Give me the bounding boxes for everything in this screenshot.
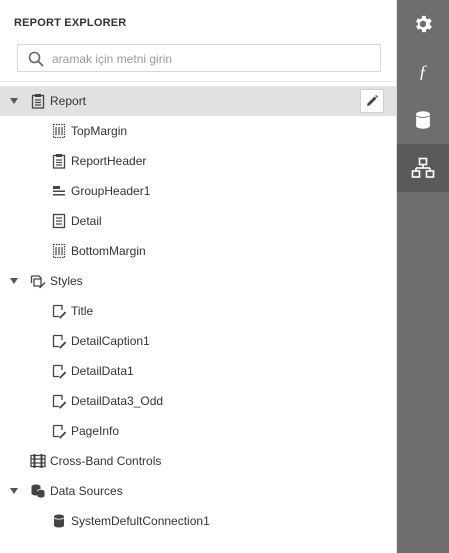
tree-label: Cross-Band Controls xyxy=(50,454,162,468)
edit-button[interactable] xyxy=(360,89,384,113)
tree-label: DetailData1 xyxy=(71,364,134,378)
report-explorer-panel: REPORT EXPLORER Report xyxy=(0,0,397,553)
tree-label: TopMargin xyxy=(71,124,128,138)
tree-label: Report xyxy=(50,94,87,108)
tree-node-style-page-info[interactable]: PageInfo xyxy=(0,416,396,446)
group-header-icon xyxy=(53,186,65,196)
tree-node-style-title[interactable]: Title xyxy=(0,296,396,326)
panel-title: REPORT EXPLORER xyxy=(14,17,127,29)
properties-button[interactable] xyxy=(397,0,449,48)
tree-label: BottomMargin xyxy=(71,244,146,258)
data-sources-icon xyxy=(31,484,45,498)
tree-node-group-header[interactable]: GroupHeader1 xyxy=(0,176,396,206)
tree-node-top-margin[interactable]: TopMargin xyxy=(0,116,396,146)
tree-node-styles[interactable]: Styles xyxy=(0,266,396,296)
tree-label: GroupHeader1 xyxy=(71,184,151,198)
tree-node-style-detail-caption[interactable]: DetailCaption1 xyxy=(0,326,396,356)
style-icon xyxy=(52,394,67,409)
expand-arrow-icon[interactable] xyxy=(10,487,18,495)
tree-node-style-detail-data[interactable]: DetailData1 xyxy=(0,356,396,386)
cross-band-icon xyxy=(30,454,46,468)
style-icon xyxy=(52,424,67,439)
search-input[interactable] xyxy=(52,49,372,69)
tree-label: DetailCaption1 xyxy=(71,334,150,348)
pencil-icon xyxy=(367,95,378,106)
report-icon xyxy=(31,94,45,109)
tree-node-report-header[interactable]: ReportHeader xyxy=(0,146,396,176)
tree-node-cross-band-controls[interactable]: Cross-Band Controls xyxy=(0,446,396,476)
tree-label: Detail xyxy=(71,214,102,228)
tree-label: Styles xyxy=(50,274,83,288)
tree-label: ReportHeader xyxy=(71,154,147,168)
tree-node-style-detail-data-odd[interactable]: DetailData3_Odd xyxy=(0,386,396,416)
tree-node-bottom-margin[interactable]: BottomMargin xyxy=(0,236,396,266)
expressions-button[interactable]: ƒ xyxy=(397,48,449,96)
right-toolbar: ƒ xyxy=(397,0,449,553)
search-icon xyxy=(28,51,44,67)
report-tree: Report TopMargin ReportHeader GroupHeade… xyxy=(0,86,396,536)
report-header-icon xyxy=(52,154,66,169)
search-box[interactable] xyxy=(17,44,381,72)
style-icon xyxy=(52,334,67,349)
divider xyxy=(0,81,396,82)
tree-node-detail[interactable]: Detail xyxy=(0,206,396,236)
svg-text:ƒ: ƒ xyxy=(418,62,427,82)
tree-node-report[interactable]: Report xyxy=(0,86,396,116)
tree-node-connection[interactable]: SystemDefultConnection1 xyxy=(0,506,396,536)
tree-label: DetailData3_Odd xyxy=(71,394,164,408)
styles-icon xyxy=(30,275,46,289)
detail-band-icon xyxy=(52,213,66,229)
report-explorer-button[interactable] xyxy=(397,144,449,192)
margin-band-icon xyxy=(52,123,66,139)
tree-label: Title xyxy=(71,304,94,318)
tree-node-data-sources[interactable]: Data Sources xyxy=(0,476,396,506)
tree-label: Data Sources xyxy=(50,484,123,498)
tree-label: SystemDefultConnection1 xyxy=(71,514,210,528)
margin-band-icon xyxy=(52,243,66,259)
database-icon xyxy=(415,111,431,129)
database-icon xyxy=(53,514,65,528)
expand-arrow-icon[interactable] xyxy=(10,277,18,285)
field-list-button[interactable] xyxy=(397,96,449,144)
report-explorer-icon xyxy=(411,157,435,178)
gear-icon xyxy=(416,15,432,33)
function-icon: ƒ xyxy=(418,62,427,82)
expand-arrow-icon[interactable] xyxy=(10,97,18,105)
style-icon xyxy=(52,304,67,319)
style-icon xyxy=(52,364,67,379)
tree-label: PageInfo xyxy=(71,424,120,438)
